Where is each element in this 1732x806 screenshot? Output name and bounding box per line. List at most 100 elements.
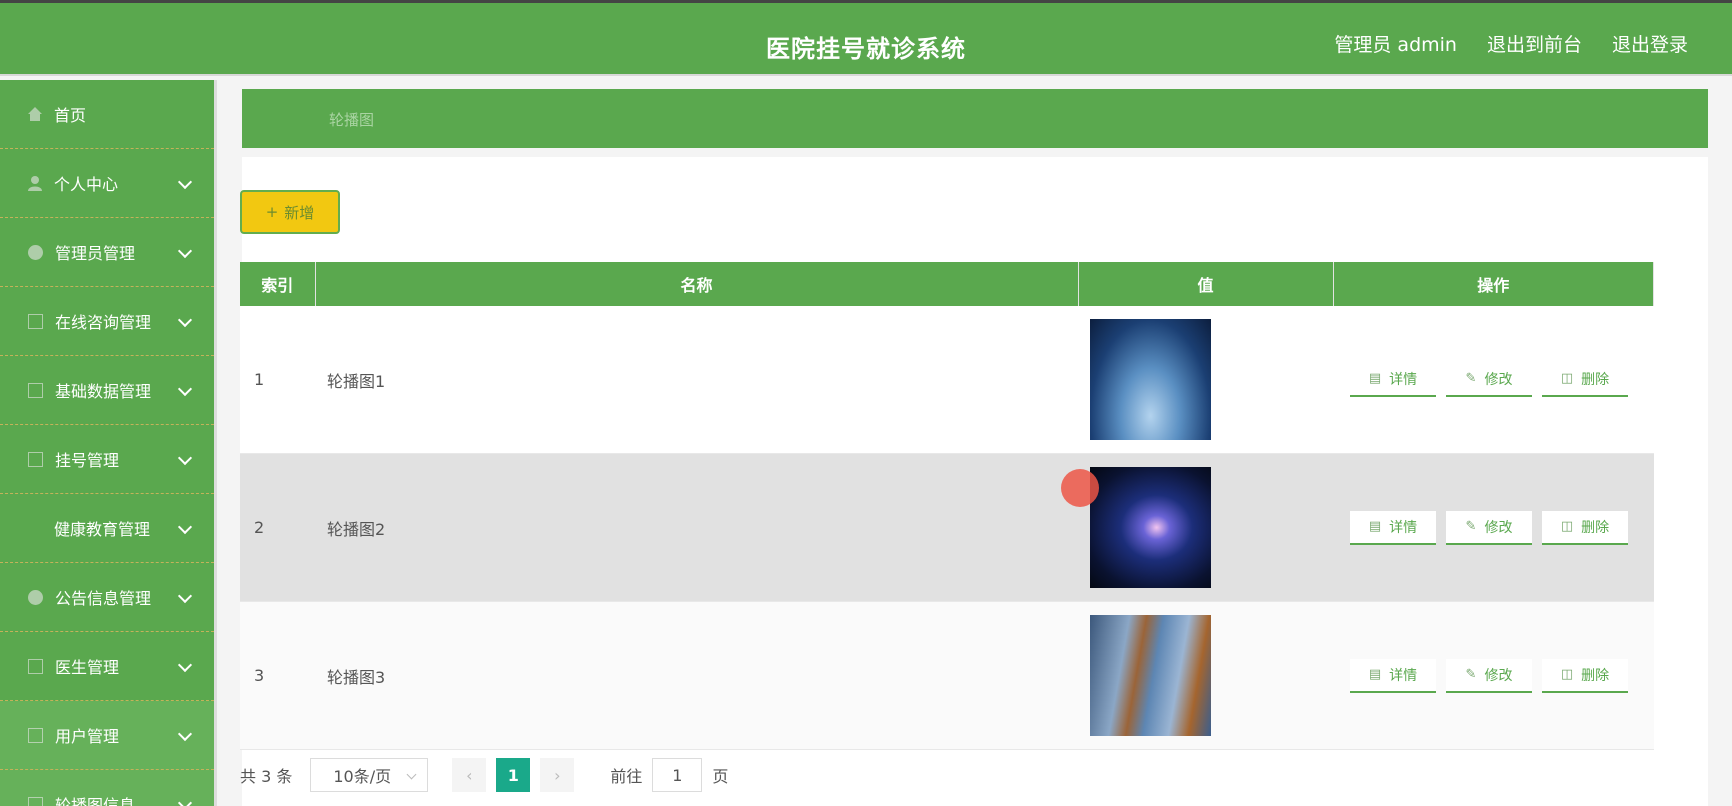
details-button[interactable]: ▤ 详情 bbox=[1350, 658, 1436, 693]
sidebar-item-users[interactable]: 用户管理 bbox=[0, 701, 214, 770]
details-label: 详情 bbox=[1389, 371, 1418, 388]
pencil-icon: ✎ bbox=[1465, 371, 1477, 386]
sidebar-item-personal-center[interactable]: 个人中心 bbox=[0, 149, 214, 218]
edit-button[interactable]: ✎ 修改 bbox=[1446, 510, 1532, 545]
goto-page: 前往 1 页 bbox=[610, 758, 728, 792]
row-index: 1 bbox=[240, 306, 315, 454]
sidebar-item-registration[interactable]: 挂号管理 bbox=[0, 425, 214, 494]
carousel-thumbnail[interactable] bbox=[1090, 319, 1211, 440]
chevron-right-icon: › bbox=[554, 765, 561, 785]
sidebar-item-health-education[interactable]: 健康教育管理 bbox=[0, 494, 214, 563]
row-image-cell bbox=[1078, 453, 1333, 602]
next-page-button[interactable]: › bbox=[540, 758, 575, 792]
logout-link[interactable]: 退出登录 bbox=[1612, 30, 1688, 57]
sidebar-item-announcements[interactable]: 公告信息管理 bbox=[0, 563, 214, 632]
circle-icon bbox=[28, 244, 43, 260]
document-icon: ▤ bbox=[1368, 371, 1382, 386]
user-icon bbox=[26, 174, 44, 192]
page-number-current[interactable]: 1 bbox=[496, 758, 531, 792]
sidebar-item-label: 基础数据管理 bbox=[55, 382, 152, 401]
chevron-left-icon: ‹ bbox=[466, 765, 473, 785]
chevron-down-icon bbox=[177, 519, 193, 535]
trash-icon: ◫ bbox=[1560, 519, 1574, 534]
page-size-select[interactable]: 10条/页 bbox=[310, 758, 429, 792]
carousel-thumbnail[interactable] bbox=[1090, 615, 1211, 736]
table-row: 2 轮播图2 ▤ 详情 ✎ 修改 ◫ 删除 bbox=[240, 453, 1654, 602]
carousel-thumbnail[interactable] bbox=[1090, 467, 1211, 588]
square-icon bbox=[28, 382, 43, 398]
sidebar-item-label: 公告信息管理 bbox=[55, 589, 152, 608]
row-actions: ▤ 详情 ✎ 修改 ◫ 删除 bbox=[1333, 453, 1654, 602]
sidebar-item-label: 首页 bbox=[54, 106, 87, 125]
sidebar-item-admin-management[interactable]: 管理员管理 bbox=[0, 218, 214, 287]
table-row: 1 轮播图1 ▤ 详情 ✎ 修改 ◫ 删除 bbox=[240, 306, 1654, 454]
pencil-icon: ✎ bbox=[1465, 519, 1477, 534]
pagination: 共 3 条 10条/页 ‹ 1 › 前往 1 页 bbox=[240, 758, 728, 792]
sidebar-item-base-data[interactable]: 基础数据管理 bbox=[0, 356, 214, 425]
row-actions: ▤ 详情 ✎ 修改 ◫ 删除 bbox=[1333, 601, 1654, 750]
edit-label: 修改 bbox=[1484, 519, 1513, 536]
prev-page-button[interactable]: ‹ bbox=[452, 758, 487, 792]
chevron-down-icon bbox=[177, 726, 193, 742]
exit-to-frontend-link[interactable]: 退出到前台 bbox=[1487, 30, 1582, 57]
delete-button[interactable]: ◫ 删除 bbox=[1542, 658, 1628, 693]
column-header-index: 索引 bbox=[240, 262, 316, 306]
main-content: 轮播图 + 新增 索引 名称 值 操作 1 轮播图1 ▤ 详情 ✎ 修改 ◫ 删… bbox=[216, 80, 1716, 806]
row-index: 3 bbox=[240, 601, 315, 750]
goto-page-input[interactable]: 1 bbox=[652, 758, 703, 792]
sidebar-item-doctors[interactable]: 医生管理 bbox=[0, 632, 214, 701]
sidebar-item-label: 挂号管理 bbox=[55, 451, 120, 470]
delete-button[interactable]: ◫ 删除 bbox=[1542, 362, 1628, 397]
trash-icon: ◫ bbox=[1560, 371, 1574, 386]
edit-button[interactable]: ✎ 修改 bbox=[1446, 362, 1532, 397]
sidebar-item-label: 个人中心 bbox=[54, 175, 119, 194]
sidebar-item-label: 医生管理 bbox=[55, 658, 120, 677]
delete-label: 删除 bbox=[1581, 667, 1610, 684]
pencil-icon: ✎ bbox=[1465, 667, 1477, 682]
sidebar-item-online-consult[interactable]: 在线咨询管理 bbox=[0, 287, 214, 356]
add-button[interactable]: + 新增 bbox=[240, 190, 340, 234]
row-index: 2 bbox=[240, 453, 315, 602]
table-header-row: 索引 名称 值 操作 bbox=[240, 262, 1654, 306]
plus-icon: + bbox=[265, 203, 279, 221]
carousel-table: 索引 名称 值 操作 1 轮播图1 ▤ 详情 ✎ 修改 ◫ 删除 2 轮播图2 … bbox=[240, 262, 1654, 750]
sidebar-item-home[interactable]: 首页 bbox=[0, 80, 214, 149]
square-icon bbox=[28, 796, 43, 806]
chevron-down-icon bbox=[177, 381, 193, 397]
document-icon: ▤ bbox=[1368, 519, 1382, 534]
total-count: 共 3 条 bbox=[240, 767, 293, 786]
trash-icon: ◫ bbox=[1560, 667, 1574, 682]
row-image-cell bbox=[1078, 601, 1333, 750]
column-header-actions: 操作 bbox=[1333, 262, 1654, 306]
sidebar-item-carousel[interactable]: 轮播图信息 bbox=[0, 770, 214, 806]
column-header-name: 名称 bbox=[315, 262, 1079, 306]
details-label: 详情 bbox=[1389, 519, 1418, 536]
sidebar-item-label: 在线咨询管理 bbox=[55, 313, 152, 332]
column-header-value: 值 bbox=[1078, 262, 1334, 306]
row-name: 轮播图1 bbox=[315, 306, 1078, 454]
square-icon bbox=[28, 451, 43, 467]
sidebar-item-label: 管理员管理 bbox=[55, 244, 136, 263]
delete-button[interactable]: ◫ 删除 bbox=[1542, 510, 1628, 545]
delete-label: 删除 bbox=[1581, 371, 1610, 388]
delete-label: 删除 bbox=[1581, 519, 1610, 536]
row-name: 轮播图3 bbox=[315, 601, 1078, 750]
chevron-down-icon bbox=[177, 174, 193, 190]
edit-button[interactable]: ✎ 修改 bbox=[1446, 658, 1532, 693]
breadcrumb: 轮播图 bbox=[242, 89, 1708, 148]
chevron-down-icon bbox=[177, 243, 193, 259]
details-button[interactable]: ▤ 详情 bbox=[1350, 362, 1436, 397]
chevron-down-icon bbox=[177, 312, 193, 328]
sidebar-menu: 首页 个人中心 管理员管理 在线咨询管理 基础数据管理 挂号管理 健康教育管理 … bbox=[0, 80, 217, 806]
top-header: 医院挂号就诊系统 管理员 admin 退出到前台 退出登录 bbox=[0, 0, 1732, 76]
table-row: 3 轮播图3 ▤ 详情 ✎ 修改 ◫ 删除 bbox=[240, 601, 1654, 750]
goto-prefix: 前往 bbox=[610, 767, 643, 786]
row-name: 轮播图2 bbox=[315, 453, 1078, 602]
square-icon bbox=[28, 313, 43, 329]
details-button[interactable]: ▤ 详情 bbox=[1350, 510, 1436, 545]
document-icon: ▤ bbox=[1368, 667, 1382, 682]
admin-user-link[interactable]: 管理员 admin bbox=[1334, 30, 1457, 57]
square-icon bbox=[28, 727, 43, 743]
breadcrumb-current: 轮播图 bbox=[329, 111, 375, 129]
edit-label: 修改 bbox=[1484, 667, 1513, 684]
